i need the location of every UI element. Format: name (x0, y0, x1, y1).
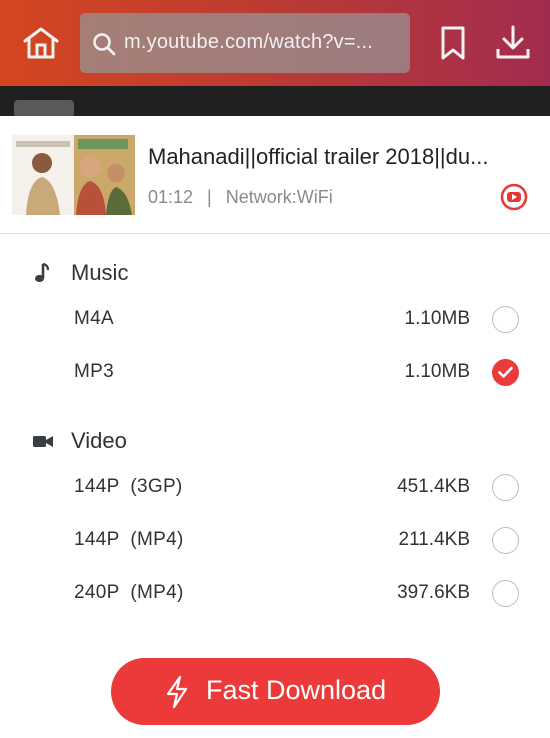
file-size: 1.10MB (404, 361, 470, 382)
search-icon (92, 32, 116, 56)
option-240p-mp4[interactable]: 240P (MP4) 397.6KB (0, 574, 550, 614)
radio-144p-mp4[interactable] (492, 527, 519, 554)
radio-240p-mp4[interactable] (492, 580, 519, 607)
download-icon[interactable] (494, 24, 532, 62)
video-meta: 01:12 | Network:WiFi (148, 187, 333, 208)
format-label: 240P (MP4) (74, 582, 184, 603)
file-size: 397.6KB (397, 582, 470, 603)
video-section-header: Video (0, 426, 550, 456)
file-size: 451.4KB (397, 476, 470, 497)
option-mp3[interactable]: MP3 1.10MB (0, 353, 550, 393)
video-section-label: Video (71, 428, 127, 453)
video-duration: 01:12 (148, 187, 194, 207)
option-144p-3gp[interactable]: 144P (3GP) 451.4KB (0, 468, 550, 508)
option-144p-mp4[interactable]: 144P (MP4) 211.4KB (0, 521, 550, 561)
network-status: Network:WiFi (225, 187, 333, 207)
lightning-icon (165, 675, 189, 709)
file-size: 1.10MB (404, 308, 470, 329)
video-thumbnail (12, 135, 135, 215)
radio-144p-3gp[interactable] (492, 474, 519, 501)
radio-mp3-checked[interactable] (492, 359, 519, 386)
background-page (0, 86, 550, 118)
youtube-icon (500, 183, 528, 211)
music-section-label: Music (71, 260, 129, 285)
file-size: 211.4KB (398, 529, 470, 550)
checkmark-icon (498, 366, 513, 378)
home-icon[interactable] (22, 26, 60, 60)
format-label: 144P (MP4) (74, 529, 184, 550)
fast-download-label: Fast Download (206, 675, 387, 705)
browser-toolbar: m.youtube.com/watch?v=... (0, 0, 550, 86)
format-label: M4A (74, 308, 114, 329)
url-text: m.youtube.com/watch?v=... (124, 31, 374, 53)
option-m4a[interactable]: M4A 1.10MB (0, 300, 550, 340)
format-label: MP3 (74, 361, 114, 382)
music-section-header: Music (0, 258, 550, 288)
music-note-icon (32, 262, 52, 284)
video-info: Mahanadi||official trailer 2018||du... 0… (0, 116, 550, 234)
download-sheet: Mahanadi||official trailer 2018||du... 0… (0, 116, 550, 738)
fast-download-button[interactable]: Fast Download (111, 658, 440, 725)
video-title: Mahanadi||official trailer 2018||du... (148, 144, 489, 169)
radio-m4a[interactable] (492, 306, 519, 333)
divider (0, 233, 550, 234)
meta-separator: | (207, 187, 212, 207)
address-bar[interactable]: m.youtube.com/watch?v=... (80, 13, 410, 73)
format-label: 144P (3GP) (74, 476, 183, 497)
video-camera-icon (32, 430, 54, 452)
bookmark-icon[interactable] (438, 25, 468, 61)
